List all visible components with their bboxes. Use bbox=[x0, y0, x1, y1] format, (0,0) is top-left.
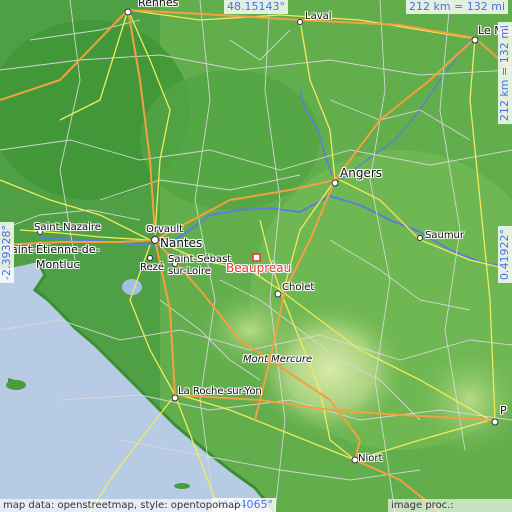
label-laval: Laval bbox=[305, 11, 332, 22]
island-yeu bbox=[6, 380, 26, 390]
label-saumur: Saumur bbox=[425, 230, 465, 241]
label-montluc: Montluc bbox=[36, 258, 80, 271]
credit-image-proc: image proc.: elevation.city bbox=[388, 499, 512, 512]
label-angers: Angers bbox=[340, 166, 382, 180]
scale-vertical: 212 km = 132 mi bbox=[498, 22, 512, 125]
label-niort: Niort bbox=[358, 453, 383, 464]
label-nantes: Nantes bbox=[160, 236, 203, 250]
map-canvas bbox=[0, 0, 512, 512]
label-orvault: Orvault bbox=[146, 224, 184, 235]
label-reze: Rezé bbox=[140, 262, 165, 273]
target-marker bbox=[252, 253, 261, 262]
label-mont-mercure: Mont Mercure bbox=[243, 354, 313, 365]
label-saint-etienne: Saint-Étienne-de- bbox=[4, 243, 100, 256]
label-target-place: Beaupréau bbox=[226, 261, 292, 275]
coord-north: 48.15143° bbox=[224, 0, 288, 14]
credit-map-data: map data: openstreetmap, style: opentopo… bbox=[0, 499, 244, 512]
label-cholet: Cholet bbox=[282, 282, 315, 293]
label-saint-sebastien-1: Saint-Sébast bbox=[168, 254, 232, 265]
label-rennes: Rennes bbox=[138, 0, 179, 9]
coord-east: 0.41922° bbox=[498, 226, 512, 283]
label-saint-sebastien-2: sur-Loire bbox=[168, 266, 211, 277]
scale-horizontal: 212 km = 132 mi bbox=[406, 0, 509, 14]
label-poitiers-partial: P bbox=[500, 404, 507, 417]
label-la-roche: La Roche-sur-Yon bbox=[178, 386, 262, 397]
island-re bbox=[174, 483, 190, 489]
topographic-map[interactable]: Rennes Laval Le Mans Angers Saumur Saint… bbox=[0, 0, 512, 512]
coord-west: -2.39328° bbox=[0, 222, 14, 283]
label-saint-nazaire: Saint-Nazaire bbox=[34, 222, 101, 233]
